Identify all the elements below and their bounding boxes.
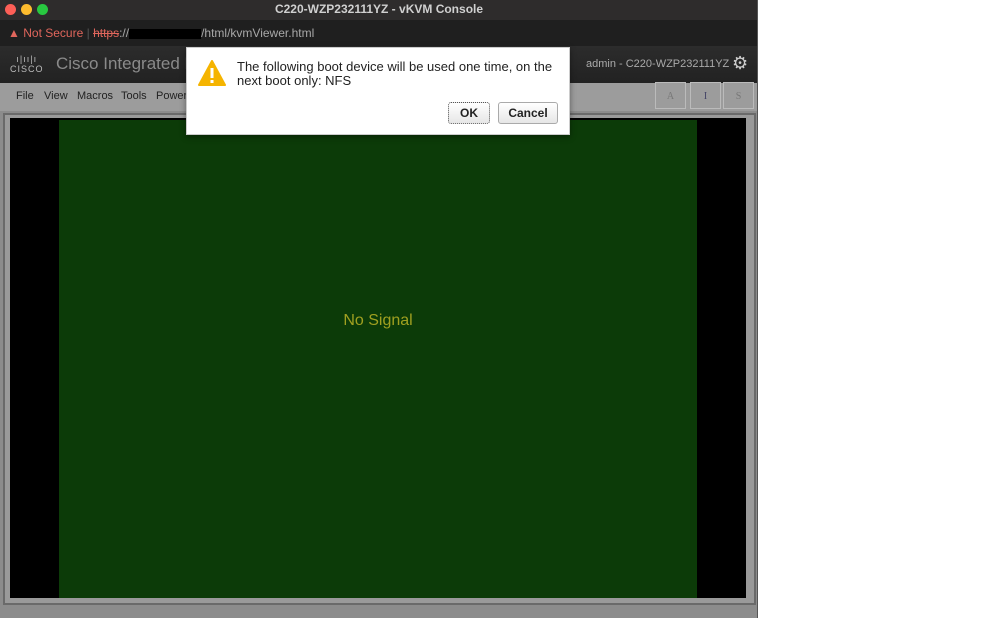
- kvm-display[interactable]: No Signal: [59, 120, 697, 598]
- product-name: Cisco Integrated M: [56, 54, 199, 73]
- user-label: admin - C220-WZP232111YZ: [586, 58, 730, 70]
- warning-icon: [198, 60, 226, 86]
- cisco-logo: ı|ıı|ı CISCO: [10, 54, 44, 74]
- url-path: /html/kvmViewer.html: [201, 26, 315, 40]
- maximize-window-button[interactable]: [37, 4, 48, 15]
- close-window-button[interactable]: [5, 4, 16, 15]
- menu-tools[interactable]: Tools: [121, 90, 147, 102]
- menu-power[interactable]: Power: [156, 90, 187, 102]
- redacted-host: [129, 28, 202, 39]
- address-bar[interactable]: ▲ Not Secure | https:///html/kvmViewer.h…: [0, 20, 757, 46]
- url-separator: ://: [119, 26, 130, 40]
- key-indicator-a[interactable]: A: [655, 82, 686, 109]
- key-indicator-i[interactable]: I: [690, 82, 721, 109]
- menu-file[interactable]: File: [16, 90, 34, 102]
- minimize-window-button[interactable]: [21, 4, 32, 15]
- key-indicator-s[interactable]: S: [723, 82, 754, 109]
- browser-window: C220-WZP232111YZ - vKVM Console ▲ Not Se…: [0, 0, 758, 618]
- menu-macros[interactable]: Macros: [77, 90, 113, 102]
- warning-icon: ▲: [8, 26, 20, 40]
- title-bar: C220-WZP232111YZ - vKVM Console: [0, 0, 757, 20]
- cancel-button[interactable]: Cancel: [498, 102, 558, 124]
- gear-icon[interactable]: ⚙: [732, 53, 748, 74]
- security-status[interactable]: Not Secure: [23, 26, 83, 40]
- ok-button[interactable]: OK: [448, 102, 490, 124]
- boot-confirm-dialog: The following boot device will be used o…: [186, 47, 570, 135]
- menu-view[interactable]: View: [44, 90, 68, 102]
- url-scheme: https: [93, 26, 120, 40]
- no-signal-text: No Signal: [343, 312, 413, 329]
- dialog-message: The following boot device will be used o…: [237, 59, 553, 88]
- window-title: C220-WZP232111YZ - vKVM Console: [274, 2, 484, 16]
